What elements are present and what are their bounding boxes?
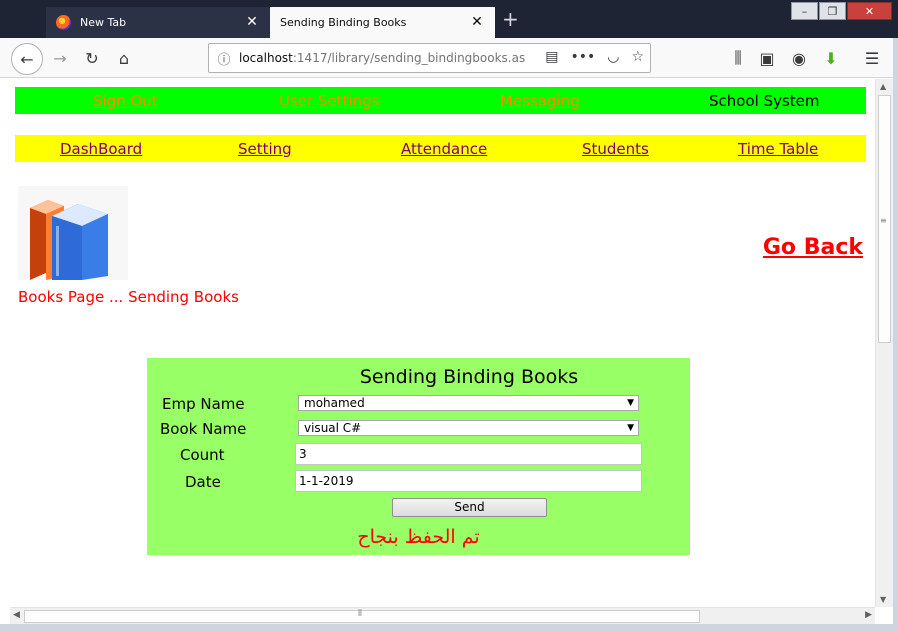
window-right-edge: [893, 38, 898, 631]
sidebar-icon[interactable]: ▣: [755, 46, 779, 70]
tab-label: New Tab: [80, 16, 127, 29]
horizontal-scroll-thumb[interactable]: [24, 610, 700, 623]
restore-icon[interactable]: ❐: [819, 2, 846, 20]
vertical-scrollbar[interactable]: ▲ ≡ ▼: [875, 79, 893, 607]
messaging-link[interactable]: Messaging: [500, 92, 580, 110]
book-name-value: visual C#: [304, 421, 362, 435]
browser-navbar: ← → ↻ ⌂ ⓘ localhost:1417/library/sending…: [0, 38, 898, 78]
menu-item-setting[interactable]: Setting: [238, 140, 292, 158]
firefox-icon: [56, 15, 71, 30]
bookmark-star-icon[interactable]: ☆: [631, 49, 644, 65]
page-viewport: Sign Out User Settings Messaging School …: [0, 79, 875, 607]
scroll-right-icon[interactable]: ▶: [865, 610, 872, 620]
sign-out-link[interactable]: Sign Out: [93, 92, 158, 110]
go-back-link[interactable]: Go Back: [763, 235, 863, 260]
reader-view-icon[interactable]: ▤: [545, 49, 558, 65]
emp-name-value: mohamed: [304, 396, 365, 410]
more-actions-icon[interactable]: •••: [570, 49, 595, 65]
horizontal-scrollbar[interactable]: ◀ ⦀ ▶: [10, 607, 875, 624]
menu-item-students[interactable]: Students: [582, 140, 649, 158]
address-bar[interactable]: ⓘ localhost:1417/library/sending_binding…: [208, 43, 651, 73]
download-icon[interactable]: ⬇: [819, 46, 843, 70]
site-brand: School System: [709, 92, 820, 110]
save-success-message: تم الحفظ بنجاح: [357, 526, 480, 548]
library-icon[interactable]: ⫼: [726, 46, 750, 70]
book-name-select[interactable]: visual C# ▼: [298, 420, 639, 436]
grip-icon: ≡: [880, 216, 887, 225]
menu-item-dashboard[interactable]: DashBoard: [60, 140, 142, 158]
book-name-label: Book Name: [160, 420, 247, 438]
top-user-bar: Sign Out User Settings Messaging School …: [15, 87, 866, 114]
emp-name-label: Emp Name: [162, 395, 245, 413]
tab-new-tab[interactable]: New Tab ✕: [46, 7, 270, 38]
url-path: :1417/library/sending_bindingbooks.as: [292, 51, 526, 65]
new-tab-icon[interactable]: +: [502, 9, 519, 29]
grip-icon: ⦀: [358, 609, 362, 619]
form-title: Sending Binding Books: [359, 366, 579, 388]
info-icon[interactable]: ⓘ: [209, 49, 239, 68]
window-left-edge: [0, 78, 10, 624]
date-input[interactable]: 1-1-2019: [295, 470, 642, 492]
page-caption: Books Page ... Sending Books: [18, 288, 239, 306]
close-tab-icon[interactable]: ✕: [244, 14, 260, 30]
scroll-up-icon[interactable]: ▲: [880, 82, 886, 91]
hamburger-menu-icon[interactable]: ☰: [860, 46, 884, 70]
tab-label: Sending Binding Books: [280, 16, 407, 29]
browser-titlebar: New Tab ✕ Sending Binding Books ✕ + – ❐ …: [0, 0, 898, 38]
menu-item-attendance[interactable]: Attendance: [401, 140, 487, 158]
main-menu-bar: DashBoard Setting Attendance Students Ti…: [15, 135, 866, 162]
send-button[interactable]: Send: [392, 498, 547, 517]
chevron-down-icon: ▼: [627, 423, 634, 433]
count-input[interactable]: 3: [295, 443, 642, 465]
user-settings-link[interactable]: User Settings: [279, 92, 379, 110]
date-label: Date: [185, 473, 221, 491]
emp-name-select[interactable]: mohamed ▼: [298, 395, 639, 411]
scroll-left-icon[interactable]: ◀: [13, 610, 20, 620]
books-icon: [18, 186, 128, 280]
window-controls: – ❐ ✕: [791, 2, 892, 20]
window-bottom-edge: [0, 624, 898, 631]
close-window-icon[interactable]: ✕: [847, 2, 892, 20]
minimize-icon[interactable]: –: [791, 2, 818, 20]
forward-arrow-icon[interactable]: →: [48, 46, 72, 70]
account-icon[interactable]: ◉: [787, 46, 811, 70]
url-host: localhost: [239, 51, 293, 65]
menu-item-timetable[interactable]: Time Table: [738, 140, 818, 158]
count-label: Count: [180, 446, 225, 464]
back-arrow-icon[interactable]: ←: [11, 43, 43, 75]
close-tab-icon[interactable]: ✕: [469, 14, 485, 30]
scroll-down-icon[interactable]: ▼: [880, 595, 886, 604]
pocket-icon[interactable]: ◡: [607, 49, 619, 65]
tab-sending-binding-books[interactable]: Sending Binding Books ✕: [270, 7, 495, 38]
reload-icon[interactable]: ↻: [80, 46, 104, 70]
sending-form-panel: Sending Binding Books Emp Name mohamed ▼…: [147, 358, 690, 555]
home-icon[interactable]: ⌂: [112, 46, 136, 70]
chevron-down-icon: ▼: [627, 398, 634, 408]
